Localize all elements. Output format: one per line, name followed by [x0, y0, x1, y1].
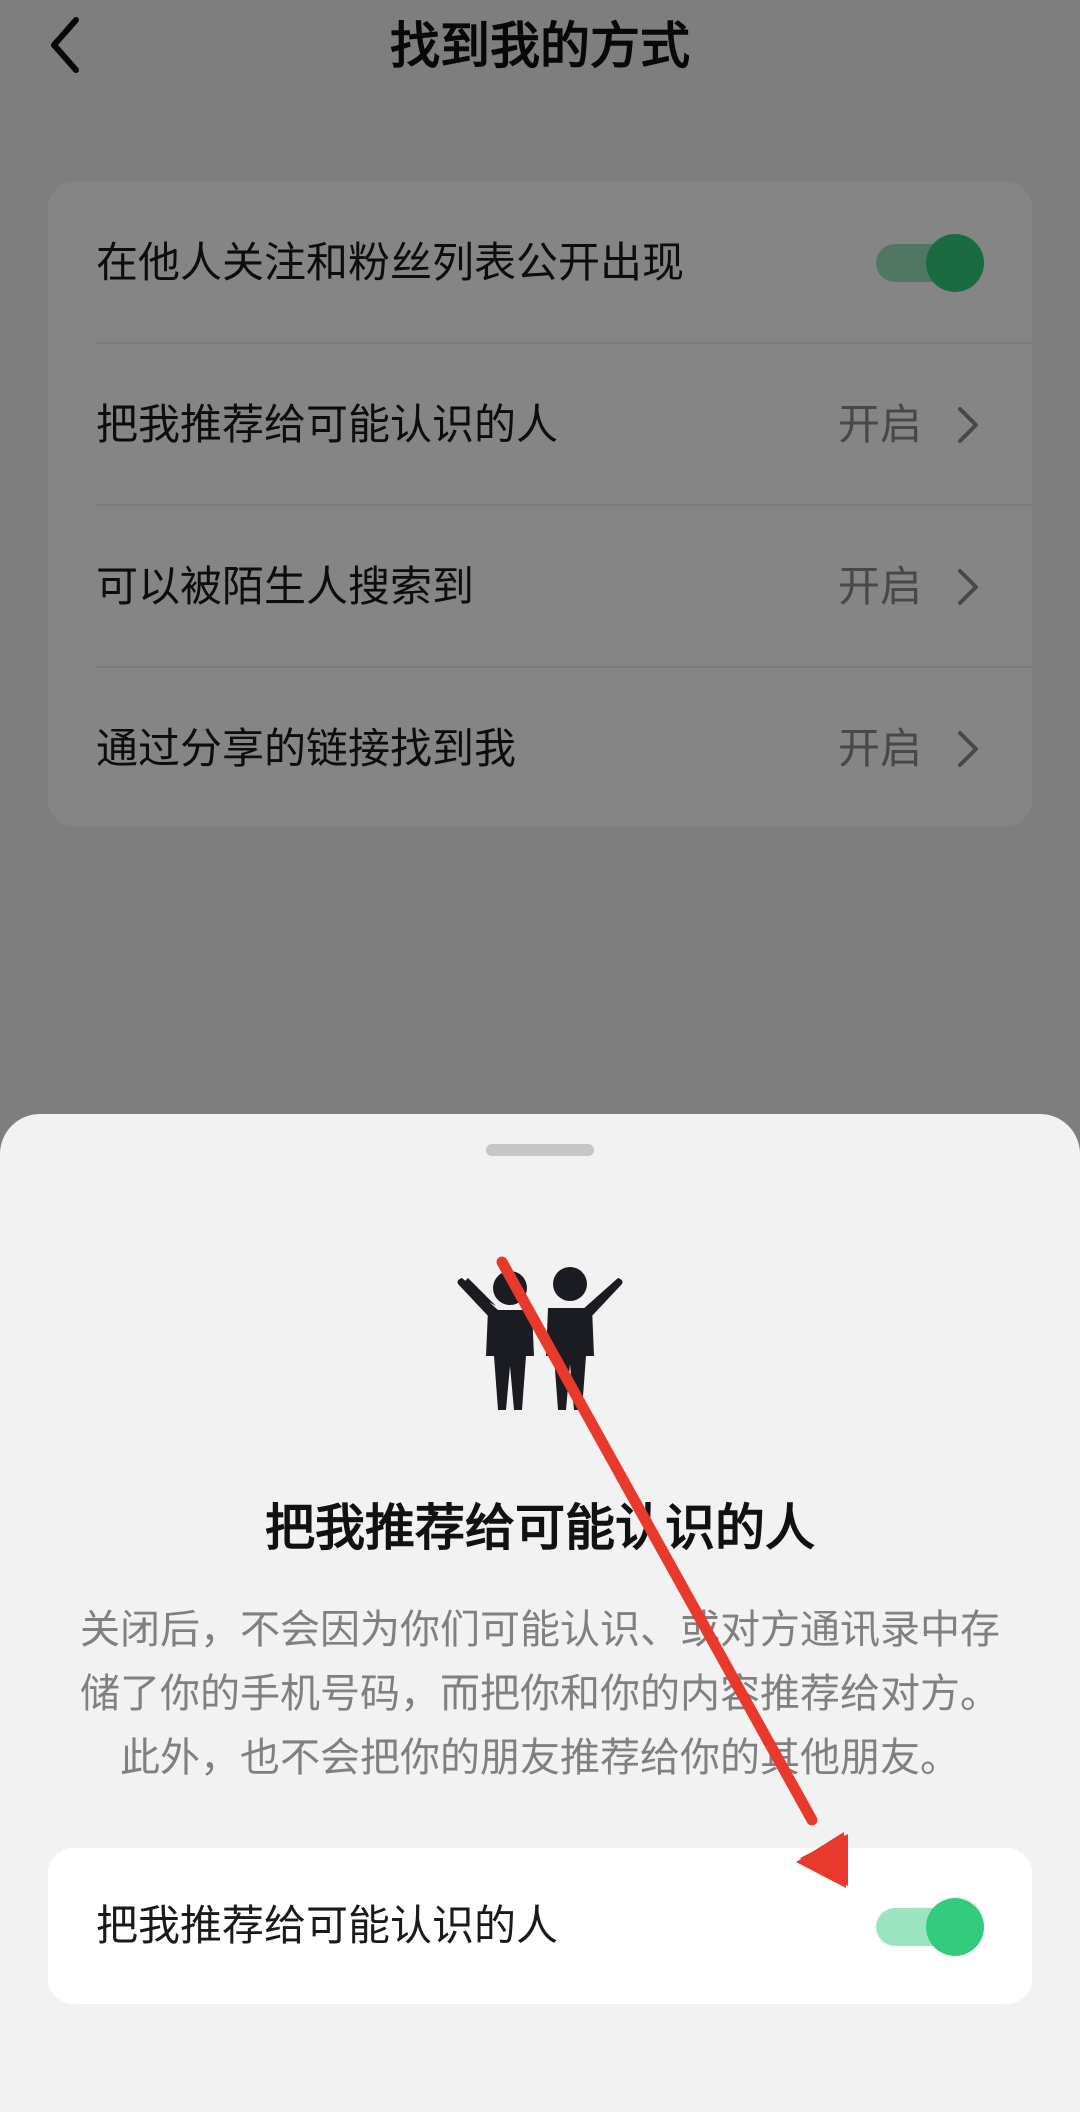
sheet-description: 关闭后，不会因为你们可能认识、或对方通讯录中存 储了你的手机号码，而把你和你的内… — [50, 1598, 1030, 1790]
drag-handle[interactable] — [486, 1144, 594, 1156]
sheet-toggle-row[interactable]: 把我推荐给可能认识的人 — [48, 1848, 1032, 2004]
bottom-sheet: 把我推荐给可能认识的人 关闭后，不会因为你们可能认识、或对方通讯录中存 储了你的… — [0, 1114, 1080, 2112]
sheet-title: 把我推荐给可能认识的人 — [265, 1499, 815, 1557]
toggle-knob — [926, 1898, 984, 1956]
sheet-toggle-label: 把我推荐给可能认识的人 — [96, 1901, 559, 1950]
description-line: 此外，也不会把你的朋友推荐给你的其他朋友。 — [120, 1735, 960, 1781]
people-icon — [454, 1260, 626, 1414]
recommend-to-acquaintances-toggle[interactable] — [876, 1898, 984, 1956]
description-line: 关闭后，不会因为你们可能认识、或对方通讯录中存 — [80, 1607, 1000, 1653]
description-line: 储了你的手机号码，而把你和你的内容推荐给对方。 — [80, 1671, 1000, 1717]
